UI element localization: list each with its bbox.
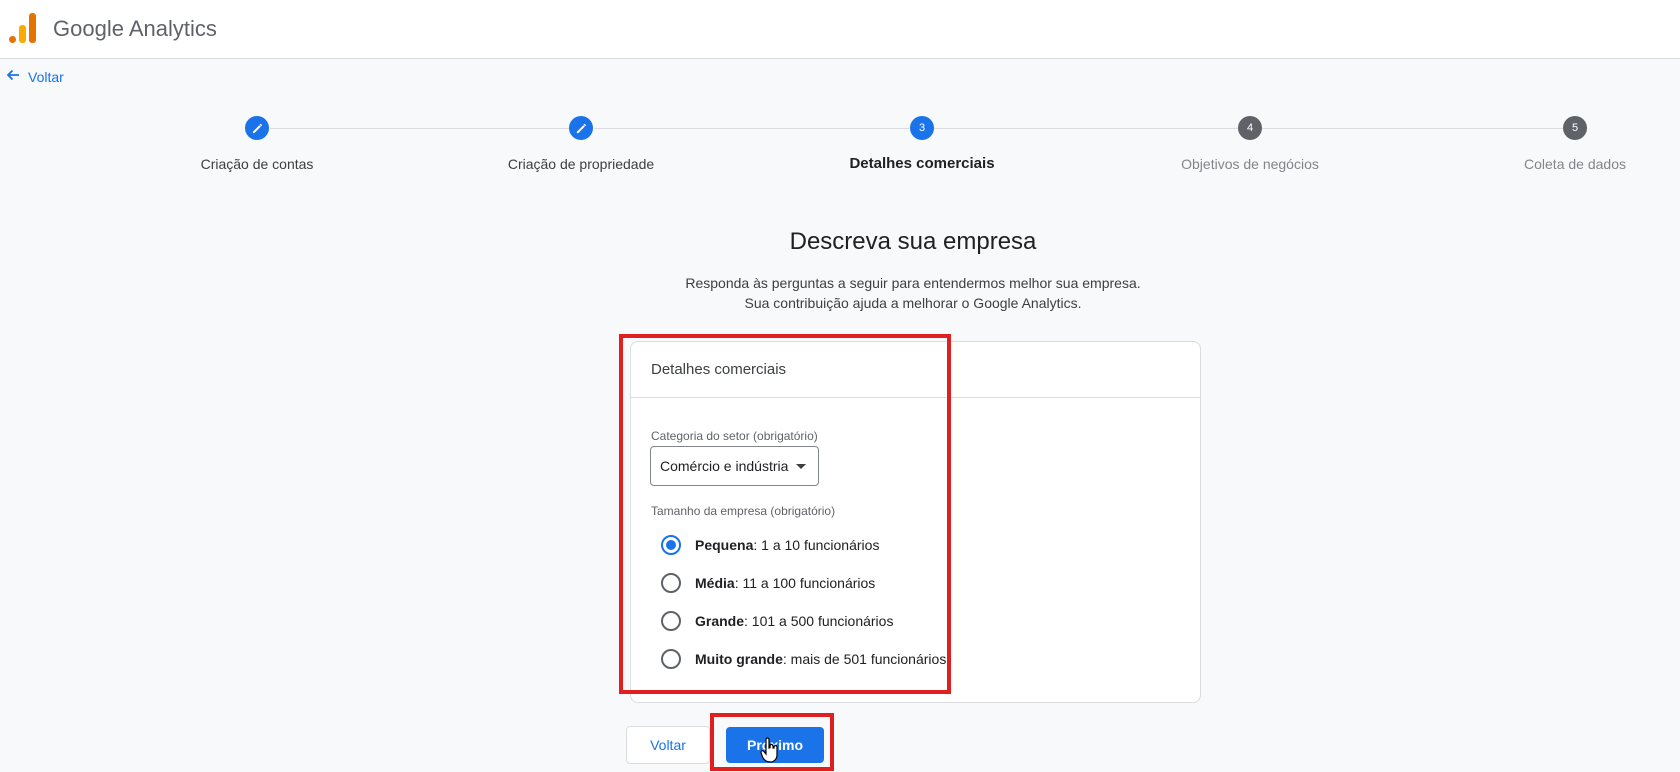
back-link[interactable]: Voltar bbox=[6, 68, 64, 85]
stepper-connector bbox=[933, 128, 1238, 129]
stepper-connector bbox=[594, 128, 909, 129]
size-option-large-title: Grande bbox=[695, 613, 745, 629]
page-subtitle: Responda às perguntas a seguir para ente… bbox=[0, 273, 1680, 313]
size-option-small-range: : 1 a 10 funcionários bbox=[753, 537, 880, 553]
step-5-number: 5 bbox=[1563, 116, 1587, 140]
subtitle-line-1: Responda às perguntas a seguir para ente… bbox=[685, 275, 1141, 291]
size-option-small-title: Pequena bbox=[695, 537, 754, 553]
step-1-label: Criação de contas bbox=[200, 156, 314, 172]
card-header: Detalhes comerciais bbox=[631, 342, 1200, 398]
top-bar: Google Analytics bbox=[0, 0, 1680, 59]
radio-button[interactable] bbox=[661, 611, 681, 631]
size-option-very-large[interactable]: Muito grande: mais de 501 funcionários bbox=[661, 649, 946, 669]
size-option-very-large-title: Muito grande bbox=[695, 651, 783, 667]
industry-category-value: Comércio e indústria bbox=[660, 458, 789, 474]
step-2-label: Criação de propriedade bbox=[507, 156, 655, 172]
size-option-very-large-range: : mais de 501 funcionários bbox=[782, 651, 947, 667]
size-option-medium[interactable]: Média: 11 a 100 funcionários bbox=[661, 573, 875, 593]
size-option-medium-range: : 11 a 100 funcionários bbox=[734, 575, 876, 591]
size-option-large-range: : 101 a 500 funcionários bbox=[744, 613, 894, 629]
industry-category-label: Categoria do setor (obrigatório) bbox=[651, 429, 818, 443]
size-option-small[interactable]: Pequena: 1 a 10 funcionários bbox=[661, 535, 879, 555]
stepper-connector bbox=[270, 128, 570, 129]
page-title: Descreva sua empresa bbox=[789, 228, 1037, 255]
step-3-label: Detalhes comerciais bbox=[849, 155, 995, 172]
hand-cursor-icon bbox=[760, 737, 778, 763]
step-2-edit-icon[interactable] bbox=[569, 116, 593, 140]
radio-button[interactable] bbox=[661, 573, 681, 593]
size-option-large[interactable]: Grande: 101 a 500 funcionários bbox=[661, 611, 893, 631]
subtitle-line-2: Sua contribuição ajuda a melhorar o Goog… bbox=[744, 295, 1082, 311]
radio-button-checked[interactable] bbox=[661, 535, 681, 555]
radio-button[interactable] bbox=[661, 649, 681, 669]
industry-category-select[interactable]: Comércio e indústria bbox=[650, 446, 819, 486]
back-button[interactable]: Voltar bbox=[626, 726, 710, 764]
step-4-label: Objetivos de negócios bbox=[1181, 156, 1319, 172]
app-title[interactable]: Google Analytics bbox=[53, 16, 217, 42]
company-size-label: Tamanho da empresa (obrigatório) bbox=[651, 504, 836, 518]
step-4-number: 4 bbox=[1238, 116, 1262, 140]
step-5-label: Coleta de dados bbox=[1524, 156, 1626, 172]
stepper-connector bbox=[1262, 128, 1563, 129]
chevron-down-icon bbox=[796, 463, 807, 469]
business-details-card: Detalhes comerciais Categoria do setor (… bbox=[630, 341, 1201, 703]
arrow-left-icon bbox=[6, 68, 20, 85]
step-3-number: 3 bbox=[910, 116, 934, 140]
google-analytics-logo-icon[interactable] bbox=[9, 13, 37, 43]
step-1-edit-icon[interactable] bbox=[245, 116, 269, 140]
back-link-label: Voltar bbox=[28, 68, 64, 85]
size-option-medium-title: Média bbox=[695, 575, 735, 591]
